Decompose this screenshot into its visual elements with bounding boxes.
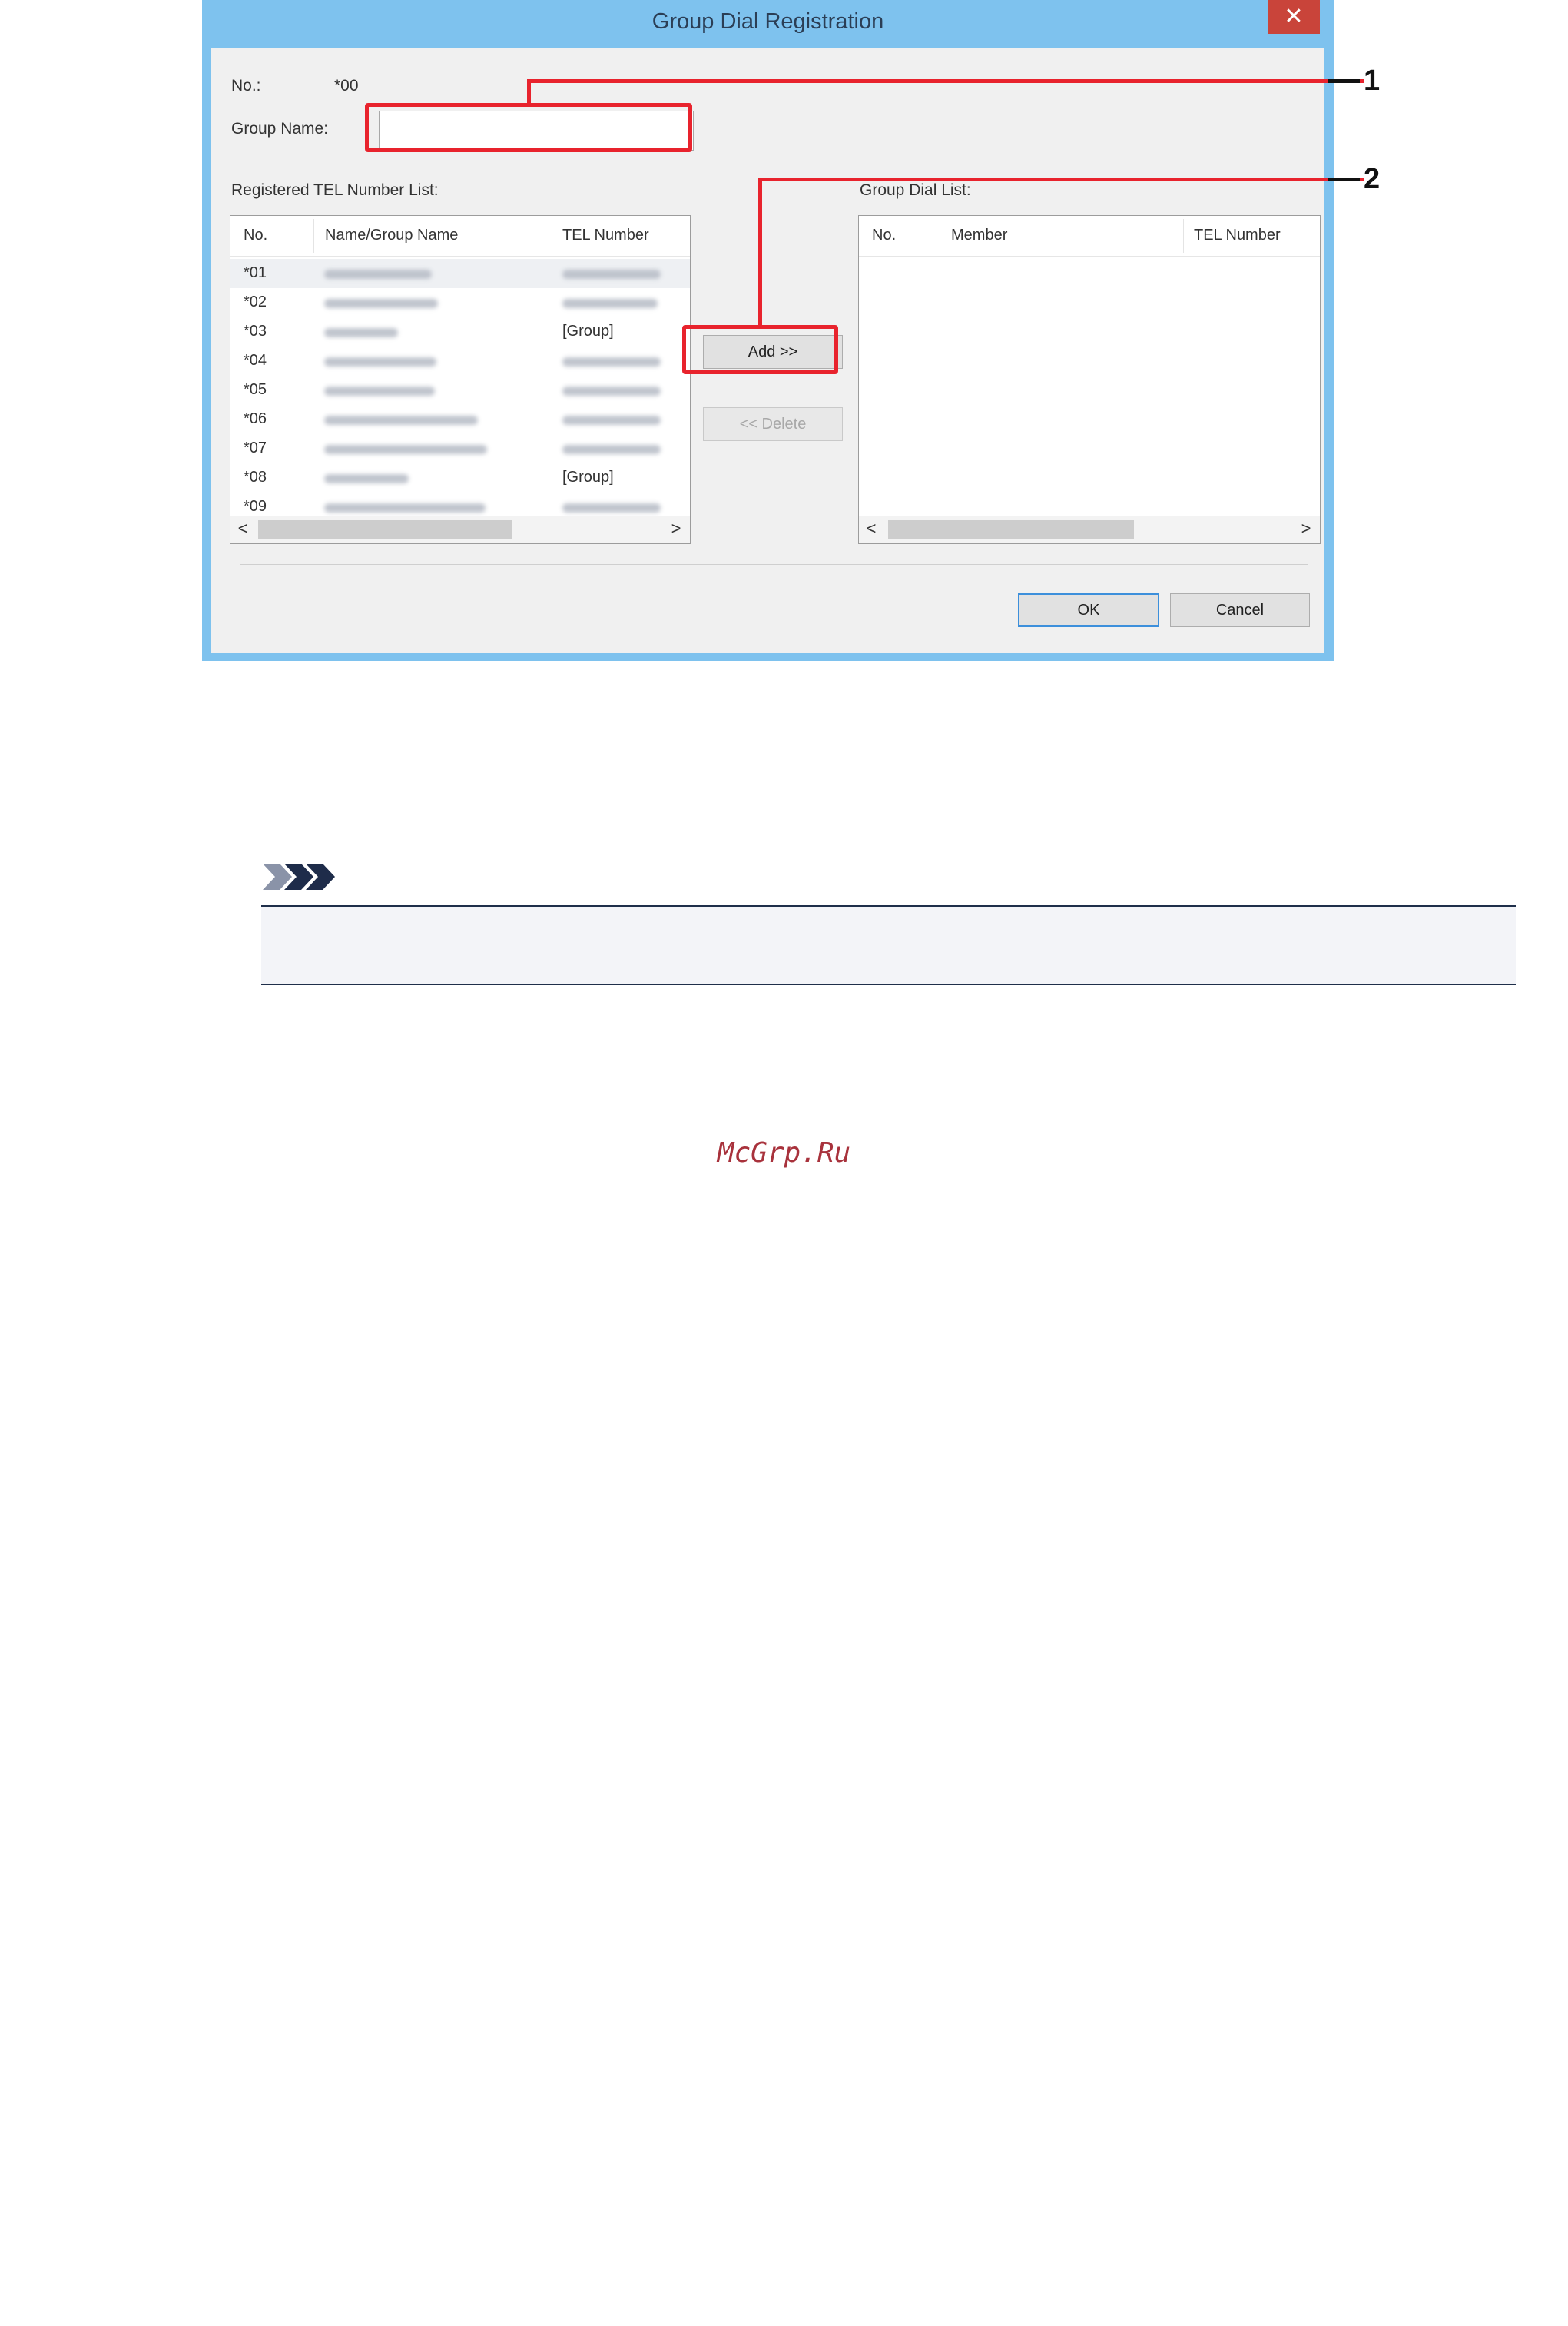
- registered-list-label: Registered TEL Number List:: [231, 181, 439, 199]
- row-no: *07: [244, 440, 267, 456]
- column-tel-number[interactable]: TEL Number: [1194, 227, 1281, 244]
- delete-button[interactable]: << Delete: [703, 407, 843, 441]
- blurred-name: [324, 357, 436, 367]
- blurred-tel: [562, 270, 661, 279]
- blurred-name: [324, 328, 398, 337]
- horizontal-scrollbar[interactable]: < >: [230, 516, 690, 543]
- table-row[interactable]: *01: [230, 259, 690, 288]
- table-row[interactable]: *08 [Group]: [230, 463, 690, 493]
- blurred-name: [324, 474, 409, 483]
- blurred-name: [324, 270, 432, 279]
- registered-tel-list[interactable]: No. Name/Group Name TEL Number *01 *02 *…: [230, 215, 691, 544]
- callout-1-leader: [527, 79, 1364, 83]
- scroll-left-icon[interactable]: <: [862, 519, 880, 539]
- note-content-box: [261, 907, 1516, 984]
- callout-highlight-add-button: [682, 325, 838, 374]
- blurred-name: [324, 503, 486, 513]
- column-no[interactable]: No.: [872, 227, 896, 244]
- title-bar[interactable]: Group Dial Registration ✕: [202, 0, 1334, 48]
- close-icon: ✕: [1284, 4, 1304, 29]
- callout-2-tick: [1328, 178, 1360, 181]
- close-button[interactable]: ✕: [1268, 0, 1320, 34]
- divider: [240, 564, 1308, 565]
- row-tel: [Group]: [562, 323, 614, 340]
- blurred-name: [324, 416, 478, 425]
- no-value: *00: [334, 77, 359, 95]
- callout-2-leader: [758, 178, 1364, 181]
- table-row[interactable]: *07: [230, 434, 690, 463]
- blurred-tel: [562, 416, 661, 425]
- group-list-header: No. Member TEL Number: [859, 216, 1320, 257]
- row-no: *02: [244, 294, 267, 310]
- row-no: *09: [244, 498, 267, 515]
- column-no[interactable]: No.: [244, 227, 267, 244]
- cancel-button[interactable]: Cancel: [1170, 593, 1310, 627]
- blurred-tel: [562, 503, 661, 513]
- callout-number-2: 2: [1364, 163, 1381, 195]
- callout-number-1: 1: [1364, 65, 1381, 97]
- group-dial-list[interactable]: No. Member TEL Number < >: [858, 215, 1321, 544]
- row-tel: [Group]: [562, 469, 614, 486]
- column-separator[interactable]: [1183, 219, 1184, 253]
- row-no: *03: [244, 323, 267, 340]
- note-bottom-rule: [261, 984, 1516, 985]
- callout-1-tick: [1328, 79, 1360, 83]
- group-dial-list-label: Group Dial List:: [860, 181, 971, 199]
- group-name-label: Group Name:: [231, 120, 329, 138]
- blurred-name: [324, 445, 487, 454]
- scrollbar-thumb[interactable]: [258, 520, 512, 539]
- scroll-right-icon[interactable]: >: [1297, 519, 1315, 539]
- table-row[interactable]: *06: [230, 405, 690, 434]
- blurred-tel: [562, 387, 661, 396]
- column-separator[interactable]: [313, 219, 314, 253]
- scrollbar-thumb[interactable]: [888, 520, 1134, 539]
- table-row[interactable]: *02: [230, 288, 690, 317]
- blurred-tel: [562, 357, 661, 367]
- note-icon: [263, 864, 335, 890]
- row-no: *05: [244, 381, 267, 398]
- window-title: Group Dial Registration: [651, 9, 884, 34]
- column-name[interactable]: Name/Group Name: [325, 227, 458, 244]
- scroll-left-icon[interactable]: <: [234, 519, 252, 539]
- no-label: No.:: [231, 77, 261, 95]
- row-no: *04: [244, 352, 267, 369]
- column-member[interactable]: Member: [951, 227, 1007, 244]
- table-row[interactable]: *04: [230, 347, 690, 376]
- horizontal-scrollbar[interactable]: < >: [859, 516, 1320, 543]
- column-tel-number[interactable]: TEL Number: [562, 227, 649, 244]
- blurred-name: [324, 387, 435, 396]
- watermark-text: McGrp.Ru: [717, 1137, 851, 1169]
- row-no: *06: [244, 410, 267, 427]
- table-row[interactable]: *03 [Group]: [230, 317, 690, 347]
- callout-highlight-group-name: [365, 103, 692, 152]
- registered-list-header: No. Name/Group Name TEL Number: [230, 216, 690, 257]
- blurred-tel: [562, 299, 658, 308]
- callout-1-leader: [527, 80, 531, 105]
- callout-2-leader: [758, 178, 762, 327]
- scroll-right-icon[interactable]: >: [667, 519, 685, 539]
- row-no: *01: [244, 264, 267, 281]
- blurred-name: [324, 299, 438, 308]
- ok-button[interactable]: OK: [1018, 593, 1159, 627]
- row-no: *08: [244, 469, 267, 486]
- blurred-tel: [562, 445, 661, 454]
- table-row[interactable]: *05: [230, 376, 690, 405]
